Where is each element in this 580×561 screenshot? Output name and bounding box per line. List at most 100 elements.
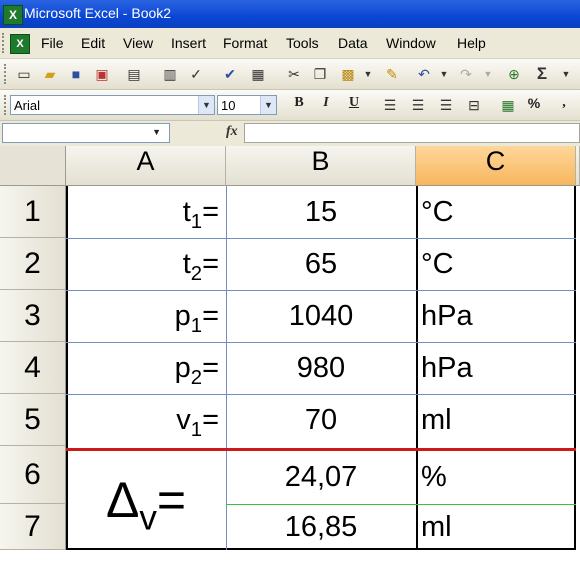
- cell-a3[interactable]: p1=: [66, 290, 226, 342]
- menu-insert[interactable]: Insert: [171, 35, 206, 51]
- menu-view[interactable]: View: [123, 35, 153, 51]
- merge-center-icon[interactable]: ⊟: [464, 95, 484, 115]
- formula-input[interactable]: [244, 123, 580, 143]
- label-equals: =: [202, 404, 219, 436]
- column-header-b[interactable]: B: [226, 146, 416, 186]
- autosum-icon[interactable]: Σ: [532, 64, 552, 84]
- menu-help[interactable]: Help: [457, 35, 486, 51]
- label-base: p: [174, 300, 191, 332]
- label-equals: =: [202, 248, 219, 280]
- align-right-icon[interactable]: ☰: [436, 95, 456, 115]
- research-book-icon[interactable]: ▦: [248, 64, 268, 84]
- row-header-2[interactable]: 2: [0, 238, 66, 290]
- redo-dropdown-icon[interactable]: ▼: [478, 64, 498, 84]
- cell-b2[interactable]: 65: [226, 238, 416, 290]
- italic-button[interactable]: I: [316, 95, 336, 115]
- row-header-4[interactable]: 4: [0, 342, 66, 394]
- cell-c2[interactable]: °C: [416, 238, 576, 290]
- permission-icon[interactable]: ▣: [92, 64, 112, 84]
- chevron-down-icon[interactable]: ▼: [260, 96, 276, 114]
- bold-button[interactable]: B: [289, 95, 309, 115]
- undo-dropdown-icon[interactable]: ▼: [434, 64, 454, 84]
- save-icon[interactable]: ■: [66, 64, 86, 84]
- label-subscript: 2: [190, 367, 203, 390]
- spelling-icon[interactable]: ✓: [186, 64, 206, 84]
- cut-icon[interactable]: ✂: [284, 64, 304, 84]
- label-equals: =: [202, 352, 219, 384]
- column-header-d[interactable]: [576, 146, 580, 186]
- column-header-c[interactable]: C: [416, 146, 576, 186]
- undo-icon[interactable]: ↶: [414, 64, 434, 84]
- cell-c4[interactable]: hPa: [416, 342, 576, 394]
- row-header-6[interactable]: 6: [0, 446, 66, 504]
- cell-a2[interactable]: t2=: [66, 238, 226, 290]
- redo-icon[interactable]: ↷: [456, 64, 476, 84]
- chevron-down-icon[interactable]: ▼: [198, 96, 214, 114]
- menu-bar: X File Edit View Insert Format Tools Dat…: [0, 28, 580, 59]
- underline-button[interactable]: U: [344, 95, 364, 115]
- cell-b4[interactable]: 980: [226, 342, 416, 394]
- fx-label: fx: [226, 124, 238, 139]
- menu-data[interactable]: Data: [338, 35, 368, 51]
- workbook-icon[interactable]: X: [10, 34, 30, 54]
- percent-button[interactable]: %: [524, 95, 544, 115]
- name-box[interactable]: ▼: [2, 123, 170, 143]
- open-icon[interactable]: ▰: [40, 64, 60, 84]
- cell-c7[interactable]: ml: [416, 505, 576, 550]
- font-size-select[interactable]: 10 ▼: [217, 95, 277, 115]
- row-header-3[interactable]: 3: [0, 290, 66, 342]
- column-header-a[interactable]: A: [66, 146, 226, 186]
- select-all-corner[interactable]: [0, 146, 66, 186]
- chevron-down-icon[interactable]: ▼: [152, 127, 161, 137]
- comma-style-icon[interactable]: ,: [554, 95, 574, 115]
- cell-b3[interactable]: 1040: [226, 290, 416, 342]
- toolbar-grip[interactable]: [4, 64, 9, 84]
- hyperlink-icon[interactable]: ⊕: [504, 64, 524, 84]
- font-name-select[interactable]: Arial ▼: [10, 95, 215, 115]
- new-icon[interactable]: ▭: [14, 64, 34, 84]
- label-base: p: [174, 352, 191, 384]
- row-header-1[interactable]: 1: [0, 186, 66, 238]
- cell-a4[interactable]: p2=: [66, 342, 226, 394]
- paste-dropdown-icon[interactable]: ▼: [358, 64, 378, 84]
- cell-b6[interactable]: 24,07: [226, 451, 416, 504]
- format-painter-icon[interactable]: ✎: [382, 64, 402, 84]
- menu-window[interactable]: Window: [386, 35, 436, 51]
- cell-c5[interactable]: ml: [416, 394, 576, 446]
- research-icon[interactable]: ✔: [220, 64, 240, 84]
- label-subscript: v: [139, 498, 157, 538]
- cell-a5[interactable]: v1=: [66, 394, 226, 446]
- formula-bar: ▼ fx: [0, 121, 580, 147]
- row-header-7[interactable]: 7: [0, 504, 66, 550]
- label-equals: =: [202, 196, 219, 228]
- label-base: v: [176, 404, 191, 436]
- cell-b7[interactable]: 16,85: [226, 505, 416, 550]
- cell-c1[interactable]: °C: [416, 186, 576, 238]
- toolbar-grip-format[interactable]: [4, 95, 9, 115]
- align-center-icon[interactable]: ☰: [408, 95, 428, 115]
- excel-icon[interactable]: X: [3, 5, 23, 25]
- label-subscript: 1: [190, 419, 203, 442]
- print-preview-icon[interactable]: ▥: [160, 64, 180, 84]
- row-header-5[interactable]: 5: [0, 394, 66, 446]
- copy-icon[interactable]: ❐: [310, 64, 330, 84]
- menu-file[interactable]: File: [41, 35, 64, 51]
- menu-grip[interactable]: [2, 33, 7, 53]
- align-left-icon[interactable]: ☰: [380, 95, 400, 115]
- menu-edit[interactable]: Edit: [81, 35, 105, 51]
- cell-a1[interactable]: t1=: [66, 186, 226, 238]
- currency-icon[interactable]: ▦: [498, 95, 518, 115]
- cell-c6[interactable]: %: [416, 451, 576, 504]
- menu-tools[interactable]: Tools: [286, 35, 319, 51]
- cell-b5[interactable]: 70: [226, 394, 416, 446]
- cell-b1[interactable]: 15: [226, 186, 416, 238]
- cell-c3[interactable]: hPa: [416, 290, 576, 342]
- menu-format[interactable]: Format: [223, 35, 267, 51]
- label-subscript: 1: [190, 315, 203, 338]
- print-icon[interactable]: ▤: [124, 64, 144, 84]
- insert-function-icon[interactable]: fx: [226, 124, 238, 140]
- cell-a6-merged[interactable]: Δv=: [66, 451, 226, 550]
- label-base: t: [182, 196, 191, 228]
- autosum-dropdown-icon[interactable]: ▼: [556, 64, 576, 84]
- paste-icon[interactable]: ▩: [338, 64, 358, 84]
